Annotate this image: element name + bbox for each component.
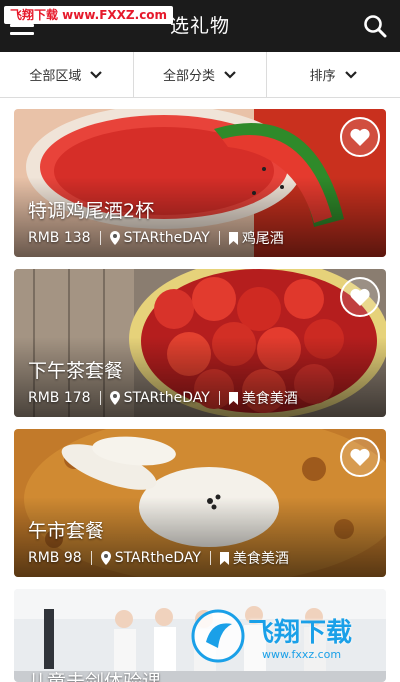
favorite-button[interactable] (340, 437, 380, 477)
site-watermark-url: www.fxxz.com (262, 648, 342, 661)
search-icon[interactable] (362, 13, 388, 39)
chevron-down-icon (224, 70, 236, 79)
site-watermark: 飞翔下载 www.fxxz.com (190, 606, 386, 670)
filter-label: 全部区域 (29, 69, 82, 84)
site-watermark-title: 飞翔下载 (248, 618, 353, 648)
filter-bar: 全部区域 全部分类 排序 (0, 52, 400, 98)
divider (90, 551, 92, 565)
divider (218, 391, 220, 405)
filter-region-dropdown[interactable]: 全部区域 (0, 52, 134, 97)
divider (218, 231, 220, 245)
card-meta: RMB 138 STARtheDAY 鸡尾酒 (28, 228, 284, 248)
heart-icon (350, 288, 370, 306)
favorite-button[interactable] (340, 117, 380, 157)
site-logo (191, 609, 245, 663)
chevron-down-icon (90, 70, 103, 79)
card-category: 美食美酒 (241, 391, 298, 407)
card-title: 特调鸡尾酒2杯 (28, 200, 155, 222)
page-title: 选礼物 (169, 15, 230, 37)
chevron-down-icon (344, 70, 357, 79)
heart-icon (350, 448, 370, 466)
gift-card[interactable]: 下午茶套餐 RMB 178 STARtheDAY 美食美酒 (14, 269, 386, 417)
card-price: RMB 138 (28, 230, 91, 246)
divider (99, 231, 101, 245)
card-category: 美食美酒 (232, 551, 289, 567)
card-title: 儿童击剑体验课 (28, 671, 162, 682)
filter-category-dropdown[interactable]: 全部分类 (134, 52, 268, 97)
bookmark-icon (219, 551, 229, 565)
card-venue: STARtheDAY (123, 230, 210, 246)
heart-icon (350, 128, 370, 146)
divider (209, 551, 211, 565)
card-meta: RMB 98 STARtheDAY 美食美酒 (28, 548, 289, 568)
filter-label: 全部分类 (163, 69, 216, 84)
card-title: 下午茶套餐 (28, 360, 124, 382)
bookmark-icon (228, 231, 238, 245)
gift-card[interactable]: 特调鸡尾酒2杯 RMB 138 STARtheDAY 鸡尾酒 (14, 109, 386, 257)
bookmark-icon (228, 391, 238, 405)
filter-label: 排序 (309, 69, 336, 84)
filter-sort-dropdown[interactable]: 排序 (267, 52, 400, 97)
favorite-button[interactable] (340, 277, 380, 317)
divider (99, 391, 101, 405)
location-pin-icon (109, 391, 120, 405)
location-pin-icon (100, 551, 111, 565)
card-price: RMB 178 (28, 390, 91, 406)
location-pin-icon (109, 231, 120, 245)
card-venue: STARtheDAY (123, 390, 210, 406)
card-venue: STARtheDAY (114, 550, 201, 566)
card-price: RMB 98 (28, 550, 82, 566)
card-title: 午市套餐 (28, 520, 105, 542)
card-category: 鸡尾酒 (241, 231, 284, 247)
gift-card[interactable]: 午市套餐 RMB 98 STARtheDAY 美食美酒 (14, 429, 386, 577)
card-meta: RMB 178 STARtheDAY 美食美酒 (28, 388, 298, 408)
app-bar: 飞翔下载 www.FXXZ.com 选礼物 (0, 0, 400, 52)
